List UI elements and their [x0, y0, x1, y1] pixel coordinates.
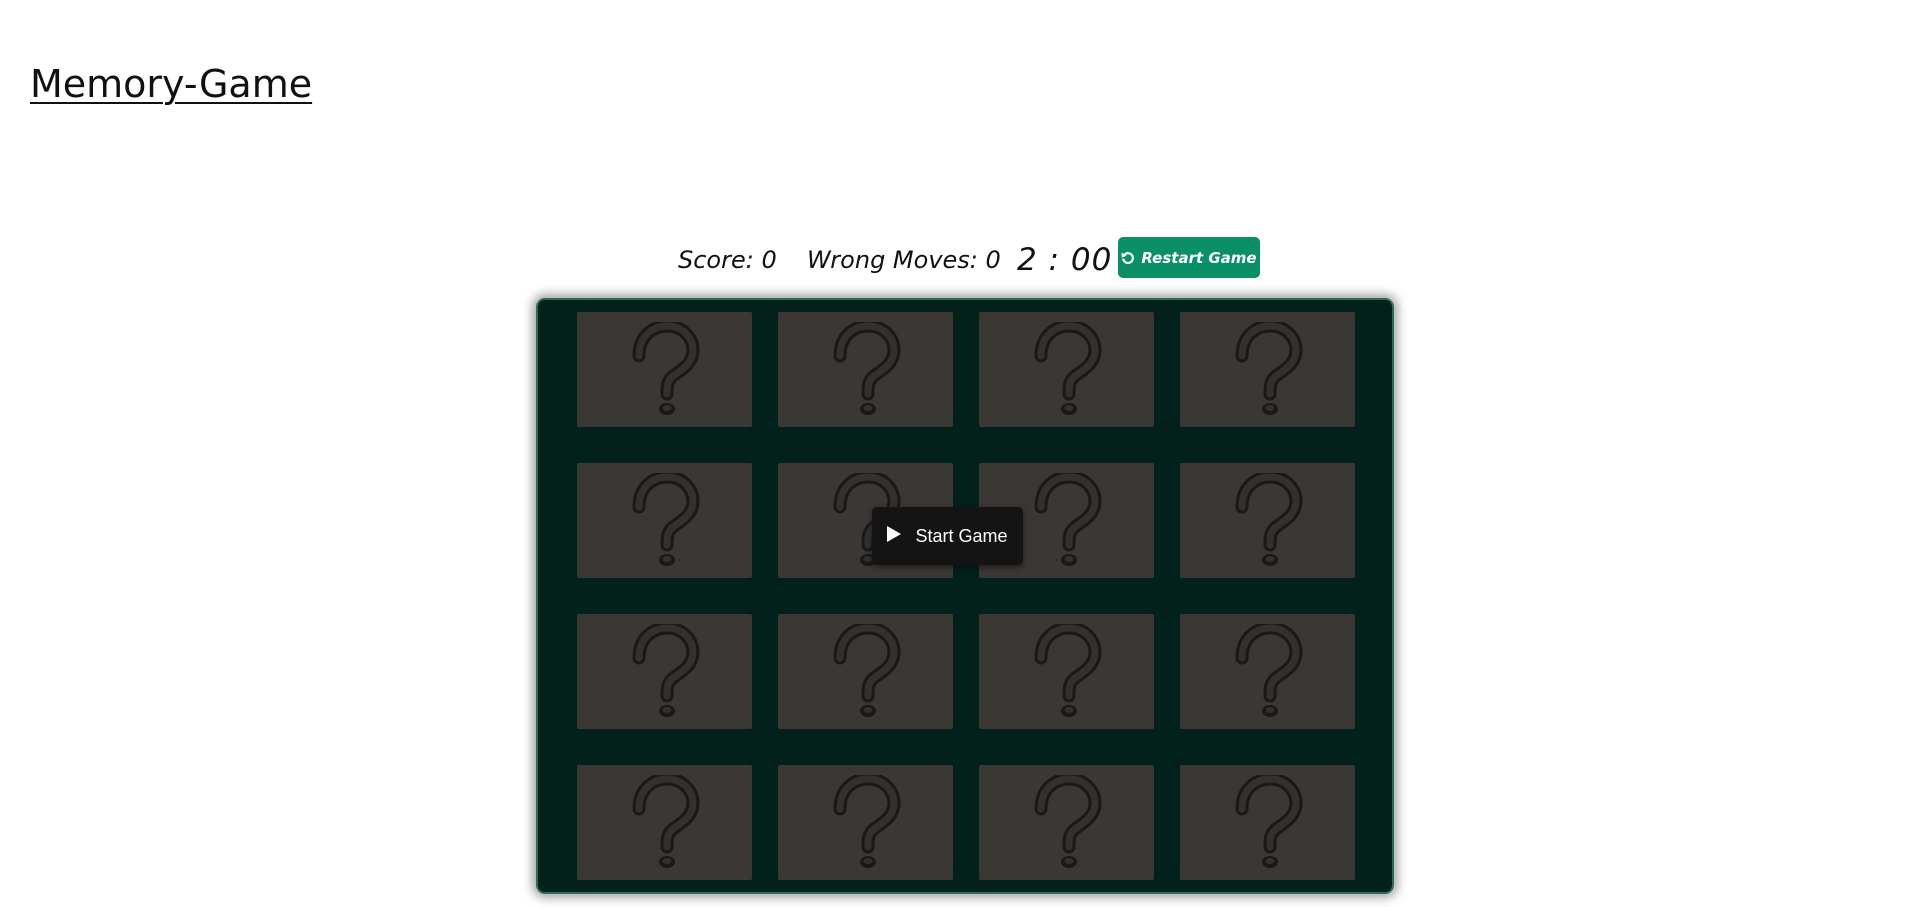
- question-mark-icon: [625, 321, 705, 418]
- memory-card[interactable]: [778, 312, 953, 427]
- memory-card[interactable]: [979, 312, 1154, 427]
- score-display: Score: 0: [678, 246, 777, 274]
- question-mark-icon: [1228, 321, 1308, 418]
- question-mark-icon: [826, 623, 906, 720]
- timer-display: 2 : 00: [1017, 242, 1113, 278]
- memory-card[interactable]: [577, 312, 752, 427]
- restart-game-button[interactable]: Restart Game: [1118, 237, 1260, 278]
- question-mark-icon: [625, 774, 705, 871]
- memory-card[interactable]: [979, 765, 1154, 880]
- question-mark-icon: [625, 623, 705, 720]
- rotate-ccw-icon: [1121, 251, 1135, 265]
- page-title: Memory-Game: [30, 62, 313, 106]
- question-mark-icon: [1027, 623, 1107, 720]
- memory-card[interactable]: [577, 463, 752, 578]
- wrong-moves-display: Wrong Moves: 0: [807, 246, 1001, 274]
- memory-card[interactable]: [979, 614, 1154, 729]
- memory-card[interactable]: [1180, 463, 1355, 578]
- question-mark-icon: [1228, 623, 1308, 720]
- memory-card[interactable]: [1180, 614, 1355, 729]
- play-icon: [887, 525, 902, 547]
- memory-card[interactable]: [1180, 312, 1355, 427]
- restart-game-label: Restart Game: [1141, 248, 1257, 267]
- question-mark-icon: [826, 321, 906, 418]
- question-mark-icon: [826, 774, 906, 871]
- start-game-label: Start Game: [915, 525, 1008, 546]
- game-board: [536, 298, 1394, 894]
- question-mark-icon: [1027, 774, 1107, 871]
- memory-card[interactable]: [778, 765, 953, 880]
- memory-card[interactable]: [1180, 765, 1355, 880]
- question-mark-icon: [1027, 321, 1107, 418]
- memory-card[interactable]: [577, 765, 752, 880]
- question-mark-icon: [625, 472, 705, 569]
- question-mark-icon: [1228, 472, 1308, 569]
- question-mark-icon: [1228, 774, 1308, 871]
- question-mark-icon: [1027, 472, 1107, 569]
- memory-card[interactable]: [778, 614, 953, 729]
- stats-bar: Score: 0 Wrong Moves: 0 2 : 00: [0, 236, 1920, 284]
- memory-card[interactable]: [577, 614, 752, 729]
- start-game-button[interactable]: Start Game: [872, 507, 1023, 565]
